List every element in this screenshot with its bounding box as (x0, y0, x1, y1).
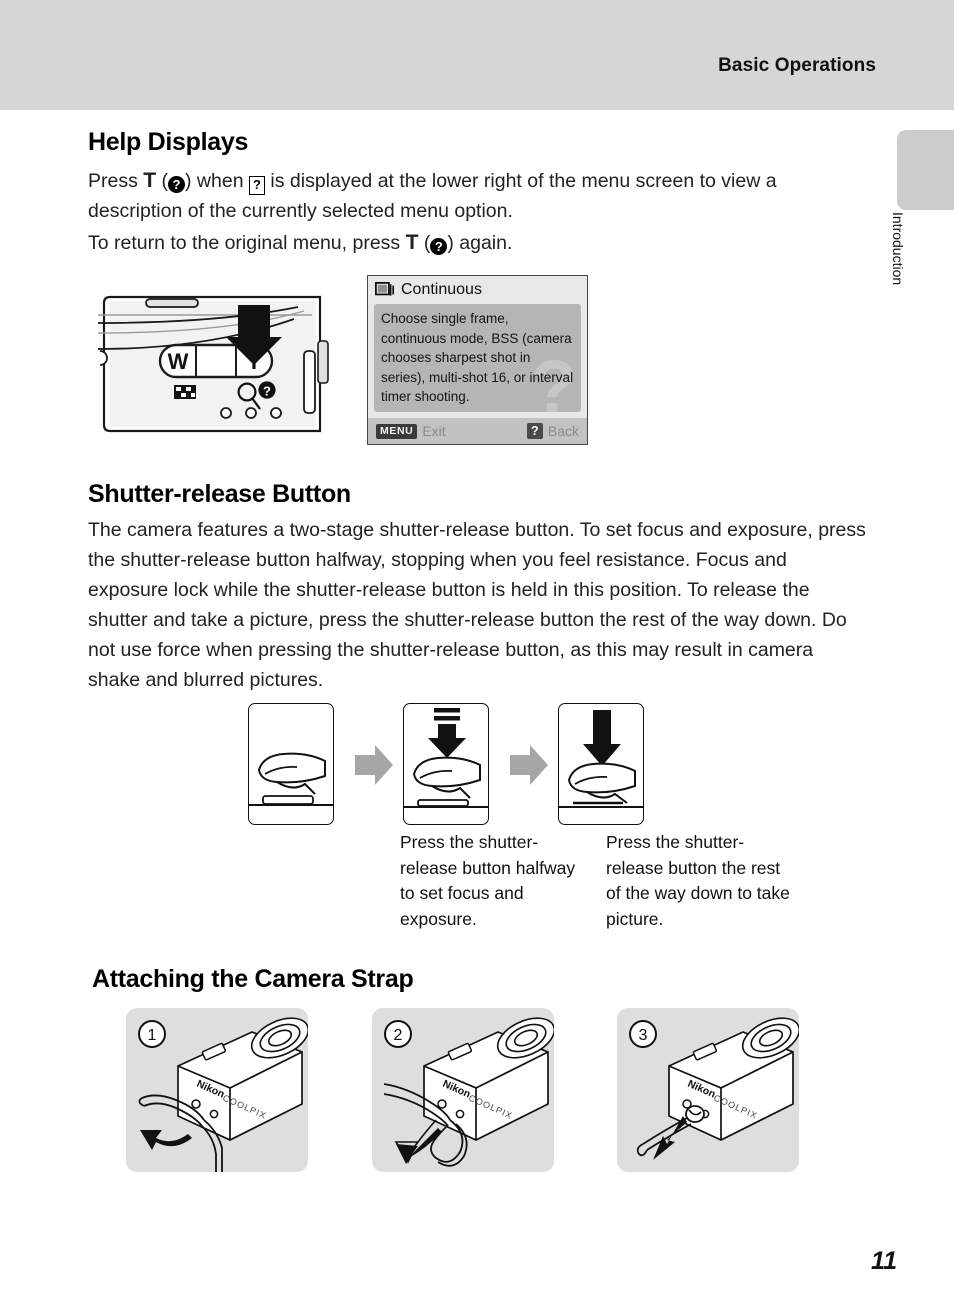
menu-description-body: ? Choose single frame, continuous mode, … (374, 304, 581, 412)
zoom-tele-key-label-2: T (405, 231, 419, 254)
zoom-tele-key-label: T (143, 169, 157, 192)
menu-exit-control[interactable]: MENU Exit (376, 423, 446, 439)
strap-steps-row: Nikon COOLPIX 1 Nikon COOLPIX 2 Nikon CO… (0, 1008, 954, 1174)
menu-back-control[interactable]: ? Back (526, 423, 579, 439)
text-press: Press (88, 170, 144, 192)
heading-attaching-camera-strap: Attaching the Camera Strap (92, 965, 414, 993)
menu-description-text: Choose single frame, continuous mode, BS… (381, 311, 574, 404)
menu-title-row: Continuous (368, 276, 587, 304)
menu-title-text: Continuous (401, 281, 482, 298)
chapter-tab-marker (897, 130, 954, 210)
caption-full-press: Press the shutter-release button the res… (606, 832, 790, 929)
help-menu-screen: Continuous ? Choose single frame, contin… (367, 275, 588, 445)
help-round-icon-2: ? (430, 238, 448, 255)
continuous-frames-icon (375, 281, 395, 296)
shutter-release-body: The camera features a two-stage shutter-… (88, 519, 866, 691)
text-again: ) again. (447, 232, 513, 254)
menu-button-badge: MENU (376, 423, 418, 439)
page-number: 11 (871, 1247, 897, 1275)
caption-halfway-press: Press the shutter-release button halfway… (400, 832, 576, 929)
text-when: ) when (185, 170, 249, 192)
text-to-return: To return to the original menu, press (88, 232, 406, 254)
help-round-icon: ? (168, 176, 186, 193)
strap-step-panel-3: Nikon COOLPIX 3 (617, 1008, 799, 1172)
text-open-paren: ( (156, 170, 169, 192)
strap-step-number-2: 2 (394, 1027, 403, 1044)
strap-step-panel-1: Nikon COOLPIX 1 (126, 1008, 308, 1172)
heading-shutter-release-button: Shutter-release Button (88, 480, 351, 508)
text-open-paren-2: ( (418, 232, 431, 254)
menu-exit-label: Exit (422, 423, 446, 439)
strap-step-number-1: 1 (148, 1027, 157, 1044)
sequence-arrow-2 (510, 743, 548, 787)
shutter-panel-full (558, 703, 644, 825)
shutter-panel-rest (248, 703, 334, 825)
strap-step-panel-2: Nikon COOLPIX 2 (372, 1008, 554, 1172)
help-badge-icon: ? (526, 423, 543, 439)
menu-back-label: Back (547, 423, 579, 439)
help-displays-paragraph-2: To return to the original menu, press T … (88, 228, 868, 258)
strap-step-number-3: 3 (639, 1027, 648, 1044)
menu-footer-bar: MENU Exit ? Back (368, 418, 587, 444)
zoom-control-figure: W T ? (98, 293, 331, 435)
shutter-panel-halfway (403, 703, 489, 825)
svg-text:?: ? (263, 384, 271, 399)
shutter-press-sequence (248, 703, 778, 828)
svg-text:W: W (168, 349, 189, 374)
chapter-tab-label: Introduction (890, 212, 906, 286)
running-title: Basic Operations (718, 55, 876, 76)
heading-help-displays: Help Displays (88, 128, 249, 156)
help-box-icon: ? (248, 176, 265, 195)
sequence-arrow-1 (355, 743, 393, 787)
help-displays-paragraph-1: Press T (?) when ? is displayed at the l… (88, 166, 868, 226)
